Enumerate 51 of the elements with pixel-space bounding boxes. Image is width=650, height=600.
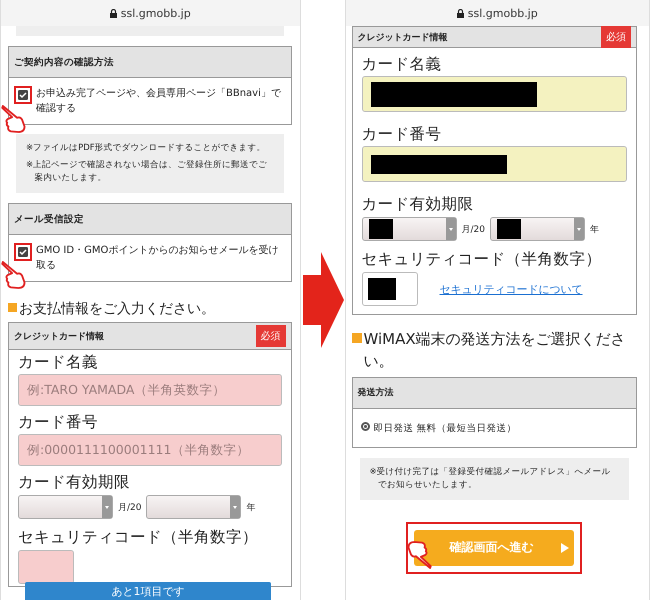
square-bullet-icon [352, 333, 362, 343]
section-heading: お支払情報をご入力ください。 [19, 300, 215, 319]
note-text: ※上記ページで確認されない場合は、ご登録住所に郵送でご案内いたします。 [26, 159, 268, 185]
field-suffix: 月/20 [462, 224, 485, 236]
security-code-field[interactable] [18, 550, 74, 584]
tooltip: あと1項目です [25, 582, 271, 600]
checkbox[interactable] [18, 247, 28, 257]
section-heading: WiMAX端末の発送方法をご選択ください。 [364, 329, 627, 372]
square-bullet-icon [8, 303, 17, 312]
field-suffix: 年 [590, 224, 599, 236]
field-label: カード番号 [362, 124, 443, 145]
checkbox-label: お申込み完了ページや、会員専用ページ「BBnavi」で確認する [36, 86, 282, 116]
note-text: ※ファイルはPDF形式でダウンロードすることができます。 [26, 142, 267, 155]
url-text: ssl.gmobb.jp [468, 6, 538, 20]
redaction-bar [497, 219, 521, 239]
field-label: セキュリティコード（半角数字） [18, 527, 259, 548]
section-title: メール受信設定 [14, 212, 84, 226]
lock-icon [456, 8, 464, 18]
input-field[interactable]: 例:TARO YAMADA（半角英数字） [18, 374, 282, 406]
input-field[interactable] [362, 146, 627, 182]
field-label: セキュリティコード（半角数字） [362, 249, 603, 270]
field-label: カード有効期限 [362, 194, 475, 215]
input-field[interactable] [362, 76, 627, 112]
play-icon [561, 542, 570, 552]
section-title: クレジットカード情報 [358, 32, 448, 44]
url-text: ssl.gmobb.jp [120, 6, 191, 20]
year-select[interactable] [490, 217, 585, 241]
security-code-link[interactable]: セキュリティコードについて [440, 282, 583, 296]
section-title: クレジットカード情報 [14, 330, 104, 343]
required-badge: 必須 [256, 325, 286, 348]
field-suffix: 月/20 [118, 502, 142, 514]
note-text: ※受け付け完了は「登録受付確認メールアドレス」へメールでお知らせいたします。 [370, 466, 612, 492]
input-field[interactable]: 例:0000111100001111（半角数字） [18, 434, 282, 466]
section-title: ご契約内容の確認方法 [14, 56, 114, 68]
field-label: カード名義 [18, 352, 99, 374]
checkbox-label: GMO ID・GMOポイントからのお知らせメールを受け取る [36, 244, 280, 273]
redaction-bar [368, 219, 393, 239]
right-arrow-icon [300, 250, 345, 350]
field-suffix: 年 [246, 502, 256, 514]
field-label: カード有効期限 [18, 472, 131, 494]
radio-label: 即日発送 無料（最短当日発送） [374, 422, 517, 434]
radio-button[interactable] [360, 422, 370, 430]
required-badge: 必須 [601, 26, 631, 48]
section-title: 発送方法 [358, 386, 394, 399]
checkbox[interactable] [18, 90, 28, 100]
month-select[interactable] [362, 217, 457, 241]
lock-icon [110, 8, 117, 18]
security-code-field[interactable] [362, 272, 418, 306]
confirm-button[interactable]: 確認画面へ進む [414, 530, 574, 566]
field-label: カード名義 [362, 54, 443, 75]
field-label: カード番号 [18, 412, 99, 434]
